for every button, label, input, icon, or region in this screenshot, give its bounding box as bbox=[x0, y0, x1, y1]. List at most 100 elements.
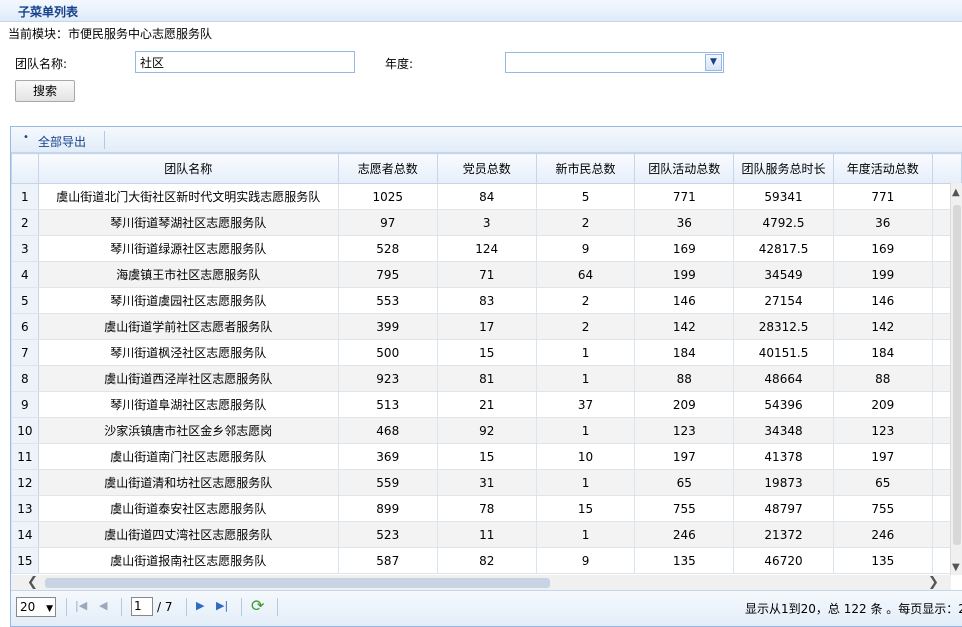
table-cell: 37 bbox=[535, 391, 636, 418]
first-page-icon[interactable]: |◀ bbox=[75, 599, 87, 612]
horizontal-scrollbar[interactable]: ❮ ❯ bbox=[11, 575, 951, 590]
row-number: 4 bbox=[11, 261, 39, 288]
table-cell: 184 bbox=[832, 339, 933, 366]
pagination-info: 显示从1到20，总 122 条 。每页显示：20 bbox=[745, 602, 962, 616]
table-cell: 246 bbox=[832, 521, 933, 548]
scroll-right-icon[interactable]: ❯ bbox=[928, 575, 939, 590]
row-number: 3 bbox=[11, 235, 39, 262]
scroll-left-icon[interactable]: ❮ bbox=[27, 575, 38, 590]
table-cell: 40151.5 bbox=[733, 339, 834, 366]
team-name-label: 团队名称: bbox=[15, 57, 68, 71]
table-cell: 142 bbox=[832, 313, 933, 340]
table-cell: 146 bbox=[832, 287, 933, 314]
column-header[interactable]: 年度活动总数 bbox=[832, 153, 933, 184]
table-cell: 1 bbox=[535, 521, 636, 548]
table-cell: 771 bbox=[634, 183, 735, 210]
table-cell: 923 bbox=[337, 365, 438, 392]
search-button[interactable]: 搜索 bbox=[15, 80, 75, 102]
table-row[interactable]: 8 虞山街道西泾岸社区志愿服务队 923 81 1 88 48664 88 bbox=[11, 365, 962, 392]
team-table: 团队名称 志愿者总数 党员总数 新市民总数 团队活动总数 团队服务总时长 年度活… bbox=[11, 153, 962, 574]
table-cell: 虞山街道南门社区志愿服务队 bbox=[37, 443, 339, 470]
page-size-select[interactable]: 20 ▼ bbox=[16, 597, 56, 617]
table-cell: 28312.5 bbox=[733, 313, 834, 340]
table-row[interactable]: 13 虞山街道泰安社区志愿服务队 899 78 15 755 48797 755 bbox=[11, 495, 962, 522]
table-row[interactable]: 4 海虞镇王市社区志愿服务队 795 71 64 199 34549 199 bbox=[11, 261, 962, 288]
table-cell: 1 bbox=[535, 469, 636, 496]
row-number: 14 bbox=[11, 521, 39, 548]
table-cell: 500 bbox=[337, 339, 438, 366]
column-header[interactable]: 团队服务总时长 bbox=[733, 153, 834, 184]
table-cell: 琴川街道枫泾社区志愿服务队 bbox=[37, 339, 339, 366]
table-cell: 4792.5 bbox=[733, 209, 834, 236]
table-row[interactable]: 7 琴川街道枫泾社区志愿服务队 500 15 1 184 40151.5 184 bbox=[11, 339, 962, 366]
table-cell: 36 bbox=[832, 209, 933, 236]
table-cell: 42817.5 bbox=[733, 235, 834, 262]
chevron-down-icon[interactable]: ▼ bbox=[705, 54, 722, 71]
table-row[interactable]: 15 虞山街道报南社区志愿服务队 587 82 9 135 46720 135 bbox=[11, 547, 962, 574]
column-header[interactable]: 团队名称 bbox=[37, 153, 339, 184]
table-row[interactable]: 11 虞山街道南门社区志愿服务队 369 15 10 197 41378 197 bbox=[11, 443, 962, 470]
pager-separator bbox=[277, 598, 278, 616]
table-cell: 48664 bbox=[733, 365, 834, 392]
table-cell: 795 bbox=[337, 261, 438, 288]
row-number: 13 bbox=[11, 495, 39, 522]
table-cell: 81 bbox=[436, 365, 537, 392]
table-cell: 64 bbox=[535, 261, 636, 288]
table-cell: 虞山街道报南社区志愿服务队 bbox=[37, 547, 339, 574]
table-row[interactable]: 2 琴川街道琴湖社区志愿服务队 97 3 2 36 4792.5 36 bbox=[11, 209, 962, 236]
column-header[interactable]: 新市民总数 bbox=[535, 153, 636, 184]
table-cell: 199 bbox=[634, 261, 735, 288]
column-header[interactable]: 党员总数 bbox=[436, 153, 537, 184]
column-header[interactable]: 志愿者总数 bbox=[337, 153, 438, 184]
table-row[interactable]: 12 虞山街道清和坊社区志愿服务队 559 31 1 65 19873 65 bbox=[11, 469, 962, 496]
vertical-scrollbar[interactable]: ▲ ▼ bbox=[950, 183, 962, 575]
table-cell: 399 bbox=[337, 313, 438, 340]
table-cell: 琴川街道琴湖社区志愿服务队 bbox=[37, 209, 339, 236]
column-header[interactable]: 团队活动总数 bbox=[634, 153, 735, 184]
table-cell: 197 bbox=[634, 443, 735, 470]
export-all-button[interactable]: 全部导出 bbox=[38, 133, 86, 150]
year-select[interactable]: ▼ bbox=[505, 52, 724, 73]
row-number: 7 bbox=[11, 339, 39, 366]
year-label: 年度: bbox=[385, 57, 414, 71]
table-cell: 10 bbox=[535, 443, 636, 470]
prev-page-icon[interactable]: ◀ bbox=[99, 599, 107, 612]
pagination-bar: 20 ▼ |◀ ◀ 1 / 7 ▶ ▶| ⟳ 显示从1到20，总 122 条 。… bbox=[11, 590, 962, 626]
table-cell: 209 bbox=[634, 391, 735, 418]
table-cell: 虞山街道泰安社区志愿服务队 bbox=[37, 495, 339, 522]
table-cell: 92 bbox=[436, 417, 537, 444]
table-row[interactable]: 14 虞山街道四丈湾社区志愿服务队 523 11 1 246 21372 246 bbox=[11, 521, 962, 548]
table-cell: 9 bbox=[535, 235, 636, 262]
scroll-up-icon[interactable]: ▲ bbox=[952, 187, 960, 198]
table-cell: 123 bbox=[634, 417, 735, 444]
table-cell: 41378 bbox=[733, 443, 834, 470]
table-cell: 587 bbox=[337, 547, 438, 574]
table-cell: 虞山街道西泾岸社区志愿服务队 bbox=[37, 365, 339, 392]
refresh-icon[interactable]: ⟳ bbox=[251, 596, 264, 615]
table-cell: 184 bbox=[634, 339, 735, 366]
table-cell: 5 bbox=[535, 183, 636, 210]
table-row[interactable]: 1 虞山街道北门大街社区新时代文明实践志愿服务队 1025 84 5 771 59341 77… bbox=[11, 183, 962, 210]
table-row[interactable]: 3 琴川街道绿源社区志愿服务队 528 124 9 169 42817.5 169 bbox=[11, 235, 962, 262]
horizontal-scroll-thumb[interactable] bbox=[45, 578, 550, 588]
next-page-icon[interactable]: ▶ bbox=[196, 599, 204, 612]
table-cell: 27154 bbox=[733, 287, 834, 314]
table-row[interactable]: 9 琴川街道阜湖社区志愿服务队 513 21 37 209 54396 209 bbox=[11, 391, 962, 418]
vertical-scroll-thumb[interactable] bbox=[953, 205, 961, 545]
table-cell: 142 bbox=[634, 313, 735, 340]
table-row[interactable]: 5 琴川街道虞园社区志愿服务队 553 83 2 146 27154 146 bbox=[11, 287, 962, 314]
page-number-input[interactable]: 1 bbox=[131, 597, 153, 616]
table-cell: 1 bbox=[535, 365, 636, 392]
table-cell: 59341 bbox=[733, 183, 834, 210]
table-row[interactable]: 10 沙家浜镇唐市社区金乡邻志愿岗 468 92 1 123 34348 123 bbox=[11, 417, 962, 444]
team-name-input[interactable] bbox=[135, 51, 355, 73]
table-cell: 246 bbox=[634, 521, 735, 548]
table-cell: 83 bbox=[436, 287, 537, 314]
scroll-down-icon[interactable]: ▼ bbox=[952, 562, 960, 573]
row-number: 6 bbox=[11, 313, 39, 340]
table-cell: 2 bbox=[535, 209, 636, 236]
table-row[interactable]: 6 虞山街道学前社区志愿者服务队 399 17 2 142 28312.5 142 bbox=[11, 313, 962, 340]
last-page-icon[interactable]: ▶| bbox=[216, 599, 228, 612]
table-cell: 97 bbox=[337, 209, 438, 236]
table-cell: 2 bbox=[535, 313, 636, 340]
